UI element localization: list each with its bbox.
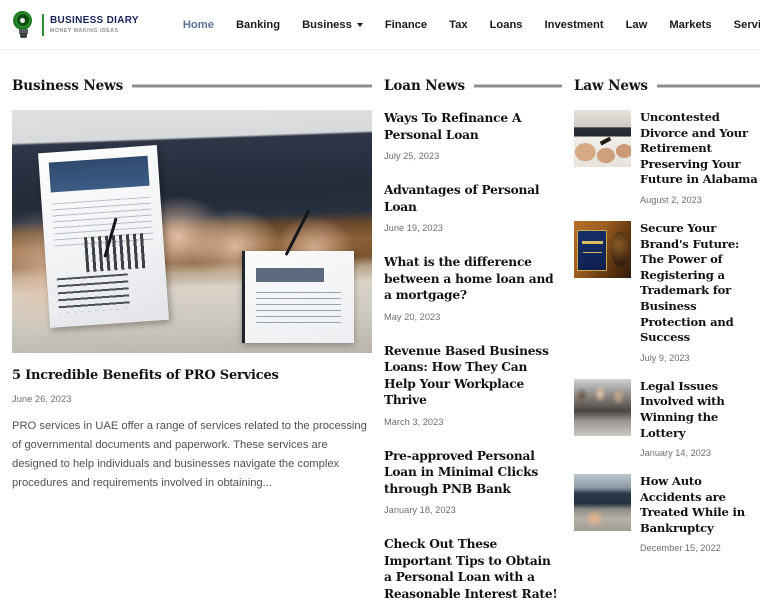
list-item[interactable]: Pre-approved Personal Loan in Minimal Cl… [384,448,562,516]
law-news-heading: Law News [574,78,760,94]
nav-label: Investment [544,18,604,31]
nav-item-home[interactable]: Home [172,15,225,35]
site-header: BUSINESS DIARY MONEY MAKING IDEAS Home B… [0,0,760,50]
hero-image[interactable] [12,110,372,353]
hero-clipboard [242,250,354,344]
nav-item-business[interactable]: Business [291,15,374,35]
feature-article-excerpt: PRO services in UAE offer a range of ser… [12,420,367,489]
loan-article-date: January 18, 2023 [384,505,456,515]
nav-item-markets[interactable]: Markets [658,15,722,35]
lightbulb-gear-icon [10,10,36,40]
chevron-down-icon [356,22,363,27]
nav-label: Loans [489,18,523,31]
list-item[interactable]: What is the difference between a home lo… [384,254,562,322]
loan-article-title[interactable]: Revenue Based Business Loans: How They C… [384,343,562,409]
feature-article-title[interactable]: 5 Incredible Benefits of PRO Services [12,367,372,384]
loan-article-title[interactable]: Pre-approved Personal Loan in Minimal Cl… [384,448,562,498]
page-body: Business News 5 Incredible Benefits of P… [0,50,760,600]
site-logo[interactable]: BUSINESS DIARY MONEY MAKING IDEAS [10,10,139,40]
section-loan-news: Loan News Ways To Refinance A Personal L… [384,78,562,600]
loan-article-date: May 20, 2023 [384,311,441,322]
nav-label: Markets [669,18,712,31]
list-item[interactable]: Advantages of Personal Loan June 19, 202… [384,182,562,233]
section-title: Business News [12,78,124,94]
nav-label: Law [625,18,648,31]
loan-article-title[interactable]: What is the difference between a home lo… [384,254,562,304]
nav-label: Finance [384,18,428,31]
law-article-title[interactable]: Legal Issues Involved with Winning the L… [640,379,760,441]
law-article-date: December 15, 2022 [640,543,721,554]
law-article-date: August 2, 2023 [640,194,702,205]
list-item[interactable]: Check Out These Important Tips to Obtain… [384,536,562,600]
nav-item-finance[interactable]: Finance [374,15,438,35]
brand-tagline: MONEY MAKING IDEAS [50,27,119,34]
law-article-date: January 14, 2023 [640,448,712,459]
loan-article-date: June 19, 2023 [384,223,443,233]
law-article-title[interactable]: How Auto Accidents are Treated While in … [640,474,760,536]
nav-item-loans[interactable]: Loans [479,15,534,35]
list-item[interactable]: Uncontested Divorce and Your Retirement … [574,110,760,205]
loan-article-date: July 25, 2023 [384,151,440,161]
heading-rule [132,84,372,88]
nav-item-banking[interactable]: Banking [225,15,291,35]
section-title: Loan News [384,78,466,94]
loan-news-heading: Loan News [384,78,562,94]
law-article-thumbnail[interactable] [574,474,631,532]
nav-label: Tax [449,18,468,31]
section-business-news: Business News 5 Incredible Benefits of P… [12,78,372,600]
law-article-date: July 9, 2023 [640,352,690,363]
list-item[interactable]: Legal Issues Involved with Winning the L… [574,378,760,459]
heading-rule [656,84,760,88]
logo-divider [42,13,44,36]
business-news-heading: Business News [12,78,372,94]
law-article-thumbnail[interactable] [574,378,631,436]
law-article-title[interactable]: Uncontested Divorce and Your Retirement … [640,110,760,188]
nav-item-service[interactable]: Service [723,15,760,35]
nav-item-tax[interactable]: Tax [438,15,478,35]
main-navigation: Home Banking Business Finance Tax Loans … [172,15,760,35]
loan-article-title[interactable]: Advantages of Personal Loan [384,182,562,215]
law-article-thumbnail[interactable] [574,220,631,278]
nav-label: Service [733,18,760,31]
hero-document [38,144,170,328]
law-article-thumbnail[interactable] [574,110,631,167]
nav-label: Home [182,18,214,31]
list-item[interactable]: How Auto Accidents are Treated While in … [574,474,760,553]
list-item[interactable]: Ways To Refinance A Personal Loan July 2… [384,110,562,161]
nav-label: Business [302,18,352,31]
feature-article-date: June 26, 2023 [12,393,72,404]
list-item[interactable]: Secure Your Brand's Future: The Power of… [574,220,760,363]
loan-article-date: March 3, 2023 [384,416,444,427]
loan-article-title[interactable]: Ways To Refinance A Personal Loan [384,110,562,143]
loan-article-title[interactable]: Check Out These Important Tips to Obtain… [384,536,562,600]
section-law-news: Law News Uncontested Divorce and Your Re… [574,78,760,600]
content-columns: Business News 5 Incredible Benefits of P… [12,50,760,600]
brand-title: BUSINESS DIARY [50,14,139,26]
law-article-title[interactable]: Secure Your Brand's Future: The Power of… [640,221,760,346]
list-item[interactable]: Revenue Based Business Loans: How They C… [384,343,562,427]
nav-item-law[interactable]: Law [615,15,659,35]
section-title: Law News [574,78,648,94]
nav-label: Banking [235,18,281,31]
nav-item-investment[interactable]: Investment [534,15,615,35]
heading-rule [474,84,562,88]
